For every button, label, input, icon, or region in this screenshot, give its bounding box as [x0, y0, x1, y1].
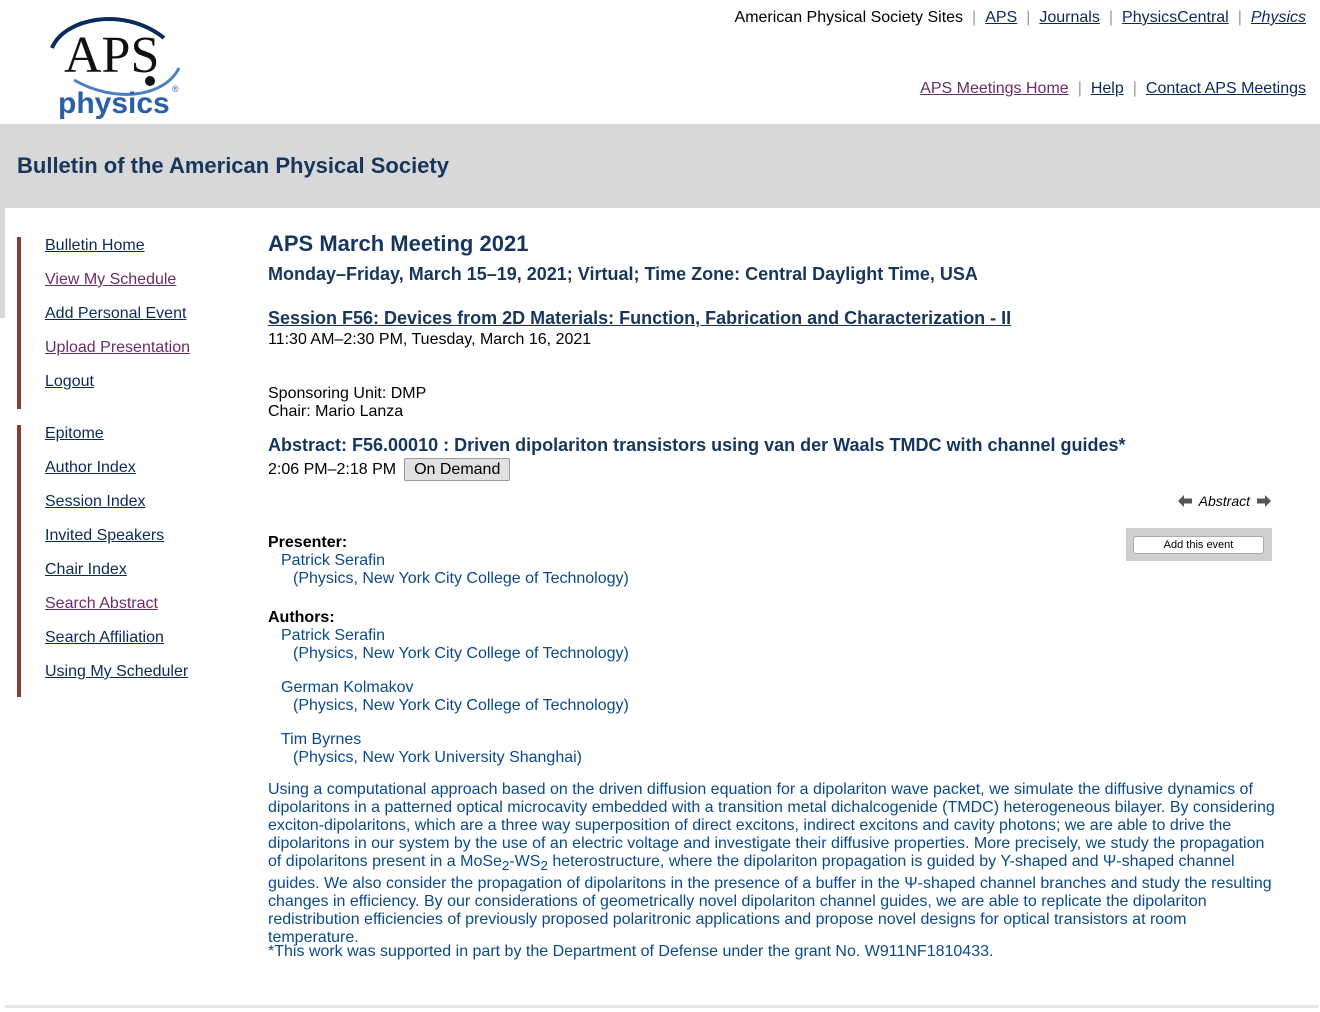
- authors-heading: Authors:: [268, 609, 335, 626]
- bulletin-banner: Bulletin of the American Physical Societ…: [0, 124, 1320, 208]
- sidebar-item-view-my-schedule[interactable]: View My Schedule: [45, 263, 190, 297]
- abstract-body: Using a computational approach based on …: [268, 781, 1275, 947]
- session-title-link[interactable]: Session F56: Devices from 2D Materials: …: [268, 308, 1011, 329]
- link-physics[interactable]: Physics: [1251, 9, 1306, 26]
- people-section: Presenter: Patrick Serafin (Physics, New…: [268, 532, 629, 767]
- logo-physics-text: physics: [58, 87, 170, 120]
- link-aps-meetings-home[interactable]: APS Meetings Home: [920, 80, 1069, 97]
- svg-text:®: ®: [172, 84, 179, 94]
- link-physicscentral[interactable]: PhysicsCentral: [1122, 9, 1229, 26]
- sidebar-item-epitome[interactable]: Epitome: [45, 417, 188, 451]
- sidebar-item-add-personal-event[interactable]: Add Personal Event: [45, 297, 190, 331]
- sidebar-user-nav: Bulletin Home View My Schedule Add Perso…: [17, 237, 190, 409]
- link-help[interactable]: Help: [1091, 80, 1124, 97]
- session-time: 11:30 AM–2:30 PM, Tuesday, March 16, 202…: [268, 331, 592, 348]
- author-name: German Kolmakov: [281, 679, 414, 696]
- abstract-time-row: 2:06 PM–2:18 PM On Demand: [268, 458, 511, 481]
- author-name: Patrick Serafin: [281, 627, 386, 644]
- add-this-event-button[interactable]: Add this event: [1133, 536, 1264, 554]
- funding-note: *This work was supported in part by the …: [268, 943, 994, 960]
- sidebar-item-logout[interactable]: Logout: [45, 365, 190, 399]
- sidebar-index-nav: Epitome Author Index Session Index Invit…: [17, 425, 188, 697]
- sidebar-item-search-abstract[interactable]: Search Abstract: [45, 587, 188, 621]
- sidebar-item-search-affiliation[interactable]: Search Affiliation: [45, 621, 188, 655]
- session-chair: Chair: Mario Lanza: [268, 403, 404, 420]
- sidebar-item-author-index[interactable]: Author Index: [45, 451, 188, 485]
- link-contact-aps-meetings[interactable]: Contact APS Meetings: [1146, 80, 1306, 97]
- presenter-affiliation: (Physics, New York City College of Techn…: [293, 570, 629, 587]
- aps-sites-nav: American Physical Society Sites | APS | Jour…: [734, 9, 1306, 26]
- on-demand-button[interactable]: On Demand: [404, 458, 511, 481]
- next-arrow-icon[interactable]: [1256, 494, 1272, 508]
- author-affiliation: (Physics, New York City College of Techn…: [293, 645, 629, 662]
- aps-physics-logo[interactable]: APS physics ®: [44, 8, 194, 120]
- author-affiliation: (Physics, New York University Shanghai): [293, 749, 583, 766]
- previous-arrow-icon[interactable]: [1177, 494, 1193, 508]
- bulletin-title: Bulletin of the American Physical Societ…: [17, 153, 449, 178]
- sidebar-item-session-index[interactable]: Session Index: [45, 485, 188, 519]
- abstract-pager-label: Abstract: [1198, 493, 1250, 509]
- add-event-panel: Add this event: [1126, 528, 1272, 561]
- page-header: APS physics ® American Physical Society …: [0, 0, 1320, 124]
- author-affiliation: (Physics, New York City College of Techn…: [293, 697, 629, 714]
- link-aps[interactable]: APS: [985, 9, 1017, 26]
- author-name: Tim Byrnes: [281, 731, 362, 748]
- presenter-name: Patrick Serafin: [281, 552, 386, 569]
- meetings-nav: APS Meetings Home | Help | Contact APS Meeti…: [920, 80, 1306, 97]
- sidebar-item-upload-presentation[interactable]: Upload Presentation: [45, 331, 190, 365]
- session-info: Sponsoring Unit: DMP Chair: Mario Lanza: [268, 385, 426, 421]
- sidebar-item-chair-index[interactable]: Chair Index: [45, 553, 188, 587]
- sidebar-item-using-my-scheduler[interactable]: Using My Scheduler: [45, 655, 188, 689]
- abstract-pager: Abstract: [1177, 493, 1272, 509]
- sites-label: American Physical Society Sites: [734, 9, 964, 26]
- sponsoring-unit: Sponsoring Unit: DMP: [268, 385, 427, 402]
- meeting-dates: Monday–Friday, March 15–19, 2021; Virtua…: [268, 264, 978, 284]
- logo-aps-text: APS: [64, 27, 159, 84]
- sidebar-item-invited-speakers[interactable]: Invited Speakers: [45, 519, 188, 553]
- link-journals[interactable]: Journals: [1039, 9, 1099, 26]
- presenter-heading: Presenter:: [268, 534, 348, 551]
- sidebar-item-bulletin-home[interactable]: Bulletin Home: [45, 229, 190, 263]
- abstract-content: APS March Meeting 2021 Monday–Friday, Ma…: [268, 228, 1278, 960]
- abstract-title: Abstract: F56.00010 : Driven dipolariton…: [268, 435, 1126, 455]
- abstract-time: 2:06 PM–2:18 PM: [268, 460, 397, 478]
- meeting-title: APS March Meeting 2021: [268, 231, 529, 256]
